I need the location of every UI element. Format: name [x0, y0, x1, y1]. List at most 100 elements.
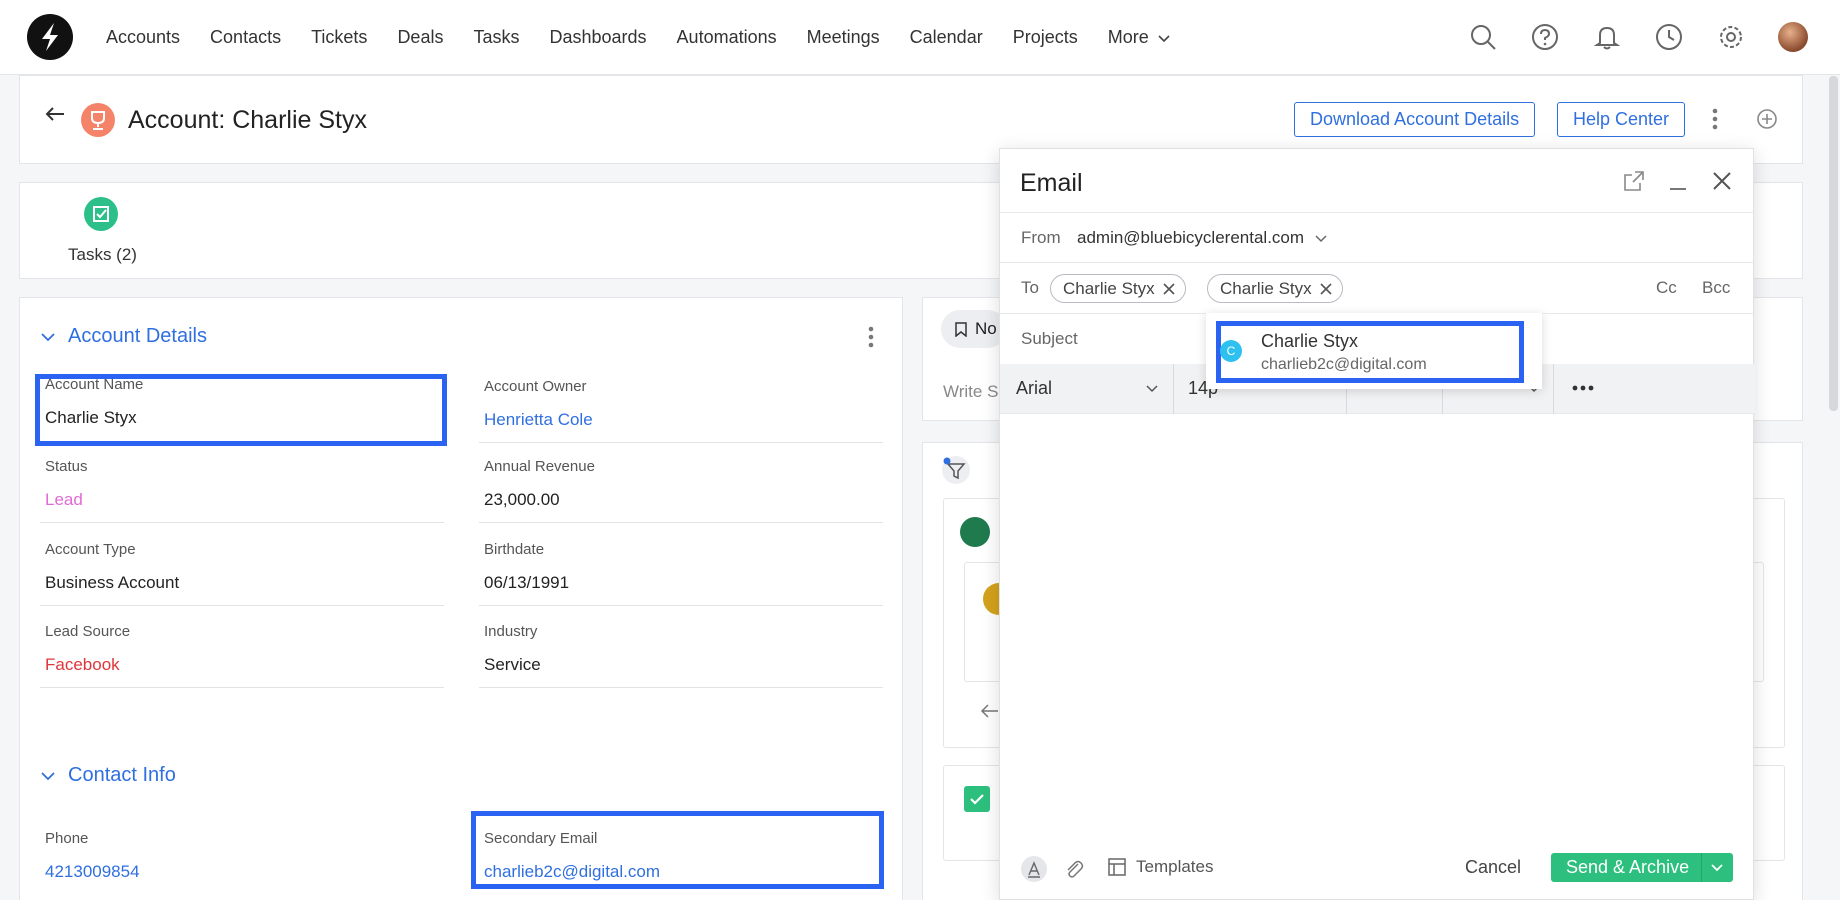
field-value: Business Account	[45, 573, 180, 592]
cc-button[interactable]: Cc	[1656, 278, 1677, 298]
field-industry[interactable]: Industry Service	[479, 605, 883, 688]
cancel-button[interactable]: Cancel	[1465, 857, 1521, 878]
field-value: 06/13/1991	[484, 573, 570, 592]
nav-item-tasks[interactable]: Tasks	[473, 27, 519, 48]
nav-item-meetings[interactable]: Meetings	[807, 27, 880, 48]
kebab-menu-icon[interactable]	[1712, 108, 1718, 130]
suggestion-name[interactable]: Charlie Styx	[1261, 331, 1358, 352]
highlight-box	[471, 811, 884, 889]
task-check-icon[interactable]	[84, 197, 118, 231]
search-icon[interactable]	[1468, 22, 1498, 52]
field-annual-revenue[interactable]: Annual Revenue 23,000.00	[479, 440, 883, 523]
chevron-down-icon	[1158, 34, 1170, 42]
subject-input[interactable]: Subject	[1021, 329, 1078, 349]
back-arrow-icon[interactable]	[44, 106, 66, 122]
field-birthdate[interactable]: Birthdate 06/13/1991	[479, 523, 883, 606]
help-center-button[interactable]: Help Center	[1557, 102, 1686, 137]
field-value[interactable]: 4213009854	[45, 862, 140, 882]
contact-info-section-toggle[interactable]: Contact Info	[40, 764, 176, 787]
gear-icon[interactable]	[1716, 22, 1746, 52]
divider	[1173, 364, 1174, 414]
field-account-type[interactable]: Account Type Business Account	[40, 523, 444, 606]
nav-item-more[interactable]: More	[1108, 27, 1171, 48]
field-label: Account Type	[45, 541, 136, 558]
nav-item-tickets[interactable]: Tickets	[311, 27, 367, 48]
minimize-icon[interactable]	[1668, 170, 1688, 192]
field-lead-source[interactable]: Lead Source Facebook	[40, 605, 444, 688]
field-value[interactable]: Henrietta Cole	[484, 410, 593, 430]
chevron-down-icon[interactable]	[1145, 384, 1159, 394]
clock-icon[interactable]	[1654, 22, 1684, 52]
close-icon[interactable]	[1163, 282, 1175, 295]
account-details-heading: Account Details	[68, 325, 207, 347]
add-circle-icon[interactable]	[1756, 108, 1778, 130]
paperclip-icon[interactable]	[1064, 858, 1084, 880]
nav-item-accounts[interactable]: Accounts	[106, 27, 180, 48]
divider	[1701, 853, 1702, 882]
divider	[1553, 364, 1554, 414]
close-icon[interactable]	[1320, 282, 1332, 295]
tasks-tab-label[interactable]: Tasks (2)	[68, 245, 137, 265]
top-navigation: Accounts Contacts Tickets Deals Tasks Da…	[0, 0, 1840, 75]
text-format-icon[interactable]	[1020, 855, 1048, 883]
reply-icon[interactable]	[980, 703, 1000, 719]
nav-item-contacts[interactable]: Contacts	[210, 27, 281, 48]
field-account-owner[interactable]: Account Owner Henrietta Cole	[479, 360, 883, 443]
popout-icon[interactable]	[1623, 170, 1645, 192]
nav-item-automations[interactable]: Automations	[677, 27, 777, 48]
nav-menu: Accounts Contacts Tickets Deals Tasks Da…	[106, 0, 1201, 75]
highlight-box	[35, 374, 447, 446]
field-label: Status	[45, 458, 88, 475]
field-label: Annual Revenue	[484, 458, 595, 475]
more-options-icon[interactable]	[1572, 385, 1594, 391]
app-logo-icon[interactable]	[27, 14, 73, 60]
send-archive-button[interactable]: Send & Archive	[1551, 853, 1733, 882]
chevron-down-icon	[41, 332, 55, 341]
nav-more-label: More	[1107, 27, 1149, 47]
page-scrollbar[interactable]	[1829, 76, 1838, 411]
recipient-chip[interactable]: Charlie Styx	[1207, 274, 1343, 303]
nav-item-deals[interactable]: Deals	[397, 27, 443, 48]
templates-button[interactable]: Templates	[1108, 857, 1213, 877]
field-label: Birthdate	[484, 541, 545, 558]
avatar: C	[1220, 340, 1242, 362]
divider	[40, 687, 444, 688]
template-icon	[1108, 858, 1126, 876]
from-select[interactable]: admin@bluebicyclerental.com	[1077, 228, 1328, 248]
recipient-name: Charlie Styx	[1220, 279, 1312, 298]
recipient-chip[interactable]: Charlie Styx	[1050, 274, 1186, 303]
from-address: admin@bluebicyclerental.com	[1077, 228, 1305, 247]
email-compose-dialog: Email From admin@bluebicyclerental.com T…	[999, 148, 1755, 900]
nav-item-dashboards[interactable]: Dashboards	[549, 27, 646, 48]
bcc-button[interactable]: Bcc	[1702, 278, 1730, 298]
font-family-select[interactable]: Arial	[1016, 378, 1052, 399]
field-value: Facebook	[45, 655, 120, 674]
note-tab[interactable]: No	[941, 310, 1007, 348]
filter-icon[interactable]	[941, 455, 971, 485]
field-status[interactable]: Status Lead	[40, 440, 444, 523]
note-input[interactable]: Write S	[943, 382, 998, 402]
kebab-menu-icon[interactable]	[868, 326, 874, 348]
email-dialog-title: Email	[1020, 169, 1083, 197]
email-body-editor[interactable]	[1000, 415, 1755, 835]
field-label: Industry	[484, 623, 538, 640]
close-icon[interactable]	[1712, 171, 1732, 191]
chevron-down-icon	[41, 771, 55, 780]
bell-icon[interactable]	[1592, 22, 1622, 52]
help-icon[interactable]	[1530, 22, 1560, 52]
account-details-section-toggle[interactable]: Account Details	[40, 325, 207, 348]
to-label: To	[1021, 278, 1039, 297]
user-avatar[interactable]	[1778, 22, 1808, 52]
email-footer: Templates Cancel Send & Archive	[1000, 839, 1755, 899]
task-check-icon	[964, 786, 990, 812]
to-row: To Charlie Styx Charlie Styx Cc Bcc	[1000, 263, 1755, 314]
chevron-down-icon[interactable]	[1710, 863, 1724, 873]
send-archive-label: Send & Archive	[1566, 857, 1690, 877]
field-label: Lead Source	[45, 623, 131, 640]
download-account-details-button[interactable]: Download Account Details	[1294, 102, 1536, 137]
nav-item-calendar[interactable]: Calendar	[910, 27, 983, 48]
suggestion-email[interactable]: charlieb2c@digital.com	[1261, 356, 1427, 374]
nav-item-projects[interactable]: Projects	[1013, 27, 1078, 48]
field-value: Service	[484, 655, 541, 674]
field-phone[interactable]: Phone 4213009854	[40, 812, 444, 892]
